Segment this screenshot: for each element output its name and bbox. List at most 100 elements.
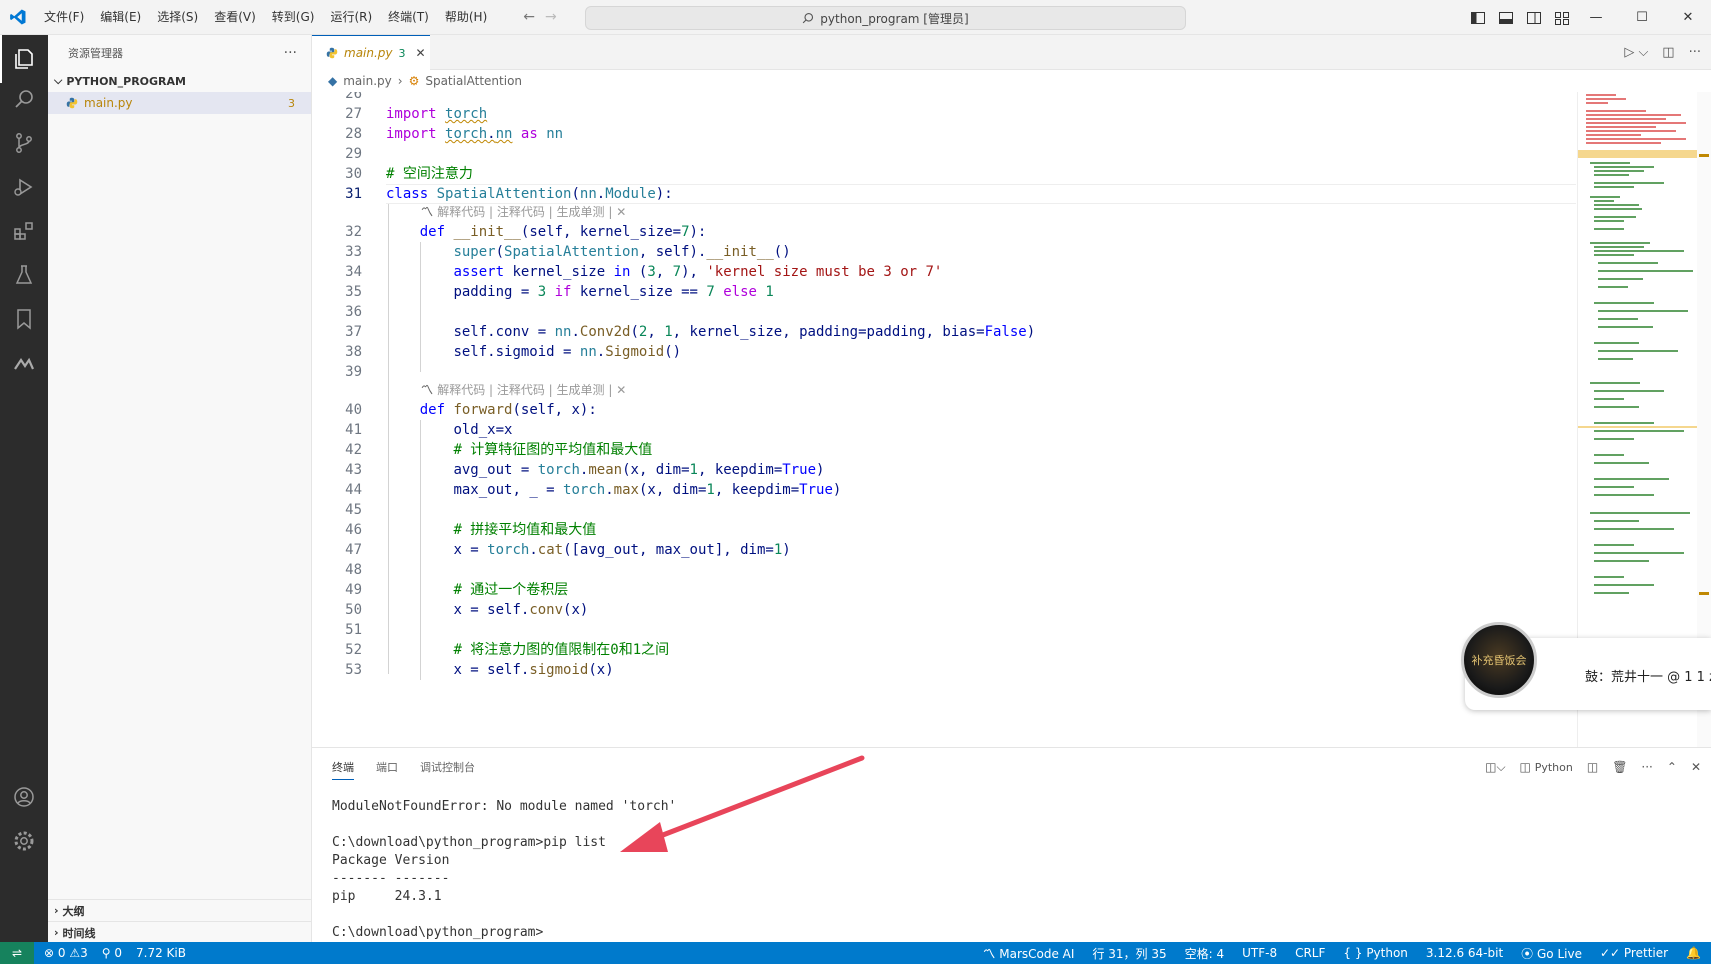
menu-view[interactable]: 查看(V) bbox=[206, 0, 264, 35]
code-line: # 拼接平均值和最大值 bbox=[453, 522, 597, 538]
account-icon[interactable] bbox=[0, 773, 48, 821]
codelens-actions[interactable]: 〽 解释代码 | 注释代码 | 生成单测 | ✕ bbox=[421, 202, 626, 222]
terminal-line: C:\download\python_program>pip list bbox=[332, 835, 606, 850]
line-number: 40 bbox=[345, 402, 362, 418]
file-problem-count: 3 bbox=[288, 96, 295, 110]
codelens-label: 解释代码 | 注释代码 | 生成单测 | ✕ bbox=[437, 383, 627, 397]
tab-main-py[interactable]: main.py 3 ✕ bbox=[312, 35, 430, 70]
split-editor-icon[interactable]: ◫ bbox=[1662, 45, 1674, 60]
codelens-actions[interactable]: 〽 解释代码 | 注释代码 | 生成单测 | ✕ bbox=[421, 380, 626, 400]
close-panel-icon[interactable]: ✕ bbox=[1691, 760, 1701, 774]
run-debug-icon[interactable] bbox=[0, 163, 48, 211]
marscode-icon: 〽 bbox=[983, 946, 1000, 961]
run-python-icon[interactable]: ▷ ⌵ bbox=[1624, 45, 1648, 60]
code-line: # 计算特征图的平均值和最大值 bbox=[453, 442, 653, 458]
line-number: 46 bbox=[345, 522, 362, 538]
customize-layout-icon[interactable] bbox=[1554, 10, 1570, 26]
notifications-bell-icon[interactable]: 🔔 bbox=[1686, 946, 1701, 960]
tab-debug-console[interactable]: 调试控制台 bbox=[420, 759, 475, 775]
testing-flask-icon[interactable] bbox=[0, 251, 48, 299]
explorer-header: 资源管理器 ··· bbox=[48, 35, 311, 70]
file-size: 7.72 KiB bbox=[136, 946, 186, 960]
line-number: 52 bbox=[345, 642, 362, 658]
more-actions-icon[interactable]: ··· bbox=[284, 45, 297, 61]
search-icon[interactable] bbox=[0, 75, 48, 123]
cursor-position[interactable]: 行 31，列 35 bbox=[1092, 945, 1166, 962]
menu-go[interactable]: 转到(G) bbox=[264, 0, 323, 35]
tab-terminal[interactable]: 终端 bbox=[332, 759, 354, 780]
explorer-title: 资源管理器 bbox=[68, 46, 123, 60]
menu-help[interactable]: 帮助(H) bbox=[437, 0, 495, 35]
marscode-icon[interactable] bbox=[0, 339, 48, 387]
menu-run[interactable]: 运行(R) bbox=[322, 0, 380, 35]
back-arrow-icon[interactable]: ← bbox=[523, 9, 535, 25]
avatar-caption: 补充昏饭会 bbox=[1471, 654, 1527, 667]
code-line: import torch bbox=[386, 106, 488, 122]
toggle-primary-sidebar-icon[interactable] bbox=[1470, 10, 1486, 26]
terminal-output[interactable]: ModuleNotFoundError: No module named 'to… bbox=[332, 798, 676, 942]
code-line: import torch.nn as nn bbox=[386, 126, 564, 142]
more-actions-icon[interactable]: ··· bbox=[1641, 760, 1652, 774]
menu-file[interactable]: 文件(F) bbox=[36, 0, 92, 35]
panel-actions: ◫⌵ ◫ Python ◫ 🗑 ··· ⌃ ✕ bbox=[1485, 748, 1701, 786]
prettier-status[interactable]: ✓✓ Prettier bbox=[1600, 946, 1668, 960]
broadcast-icon: ⦿ bbox=[1521, 946, 1537, 961]
split-terminal-icon[interactable]: ◫⌵ bbox=[1485, 760, 1505, 775]
timeline-section[interactable]: › 时间线 bbox=[48, 921, 312, 943]
terminal-instance[interactable]: ◫ Python bbox=[1520, 760, 1573, 774]
end-of-line[interactable]: CRLF bbox=[1295, 946, 1325, 960]
error-count: 0 bbox=[57, 946, 66, 960]
outline-section[interactable]: › 大纲 bbox=[48, 899, 312, 921]
close-icon[interactable]: ✕ bbox=[1665, 0, 1711, 35]
breadcrumb-symbol[interactable]: SpatialAttention bbox=[425, 74, 522, 88]
timeline-label: 时间线 bbox=[62, 926, 96, 940]
trash-icon[interactable]: 🗑 bbox=[1612, 760, 1627, 774]
status-bar: ⇌ ⊗ 0 ⚠3 ⚲ 0 7.72 KiB 〽 MarsCode AI 行 31… bbox=[0, 942, 1711, 964]
toggle-secondary-sidebar-icon[interactable] bbox=[1526, 10, 1542, 26]
code-line: def __init__(self, kernel_size=7): bbox=[419, 224, 707, 240]
close-tab-icon[interactable]: ✕ bbox=[416, 46, 426, 60]
file-item-main-py[interactable]: main.py 3 bbox=[48, 92, 311, 114]
breadcrumb-file[interactable]: main.py bbox=[343, 74, 392, 88]
indentation[interactable]: 空格: 4 bbox=[1185, 945, 1225, 962]
encoding[interactable]: UTF-8 bbox=[1242, 946, 1277, 960]
command-center-search[interactable]: python_program [管理员] bbox=[585, 6, 1186, 30]
problems-status[interactable]: ⊗ 0 ⚠3 bbox=[44, 946, 88, 960]
bookmark-icon[interactable] bbox=[0, 295, 48, 343]
forward-arrow-icon[interactable]: → bbox=[545, 9, 557, 25]
maximize-panel-icon[interactable]: ⌃ bbox=[1667, 760, 1677, 774]
marscode-status[interactable]: 〽 MarsCode AI bbox=[983, 945, 1074, 962]
go-live-status[interactable]: ⦿ Go Live bbox=[1521, 945, 1582, 962]
remote-indicator-icon[interactable]: ⇌ bbox=[0, 942, 34, 964]
split-editor-icon[interactable]: ◫ bbox=[1587, 760, 1598, 774]
minimize-icon[interactable]: — bbox=[1573, 0, 1619, 35]
maximize-icon[interactable]: ☐ bbox=[1619, 0, 1665, 35]
marscode-icon: 〽 bbox=[421, 383, 438, 397]
warning-icon: ⚠ bbox=[69, 946, 81, 960]
go-live-label: Go Live bbox=[1537, 946, 1582, 961]
code-line: x = self.conv(x) bbox=[453, 602, 589, 618]
chevron-down-icon: ⌵ bbox=[54, 74, 63, 87]
settings-gear-icon[interactable] bbox=[0, 817, 48, 865]
menu-edit[interactable]: 编辑(E) bbox=[92, 0, 149, 35]
source-control-icon[interactable] bbox=[0, 119, 48, 167]
floating-notification[interactable]: 补充昏饭会 鼓：荒井十一 @ 1 1 z bbox=[1461, 622, 1711, 710]
language-mode[interactable]: { } Python bbox=[1343, 946, 1408, 960]
menu-terminal[interactable]: 终端(T) bbox=[380, 0, 437, 35]
ports-status[interactable]: ⚲ 0 bbox=[102, 946, 122, 960]
vscode-window: 文件(F) 编辑(E) 选择(S) 查看(V) 转到(G) 运行(R) 终端(T… bbox=[0, 0, 1711, 964]
line-number: 26 bbox=[345, 92, 362, 102]
code-editor[interactable]: 26 27 28 29 30 31 32 33 34 35 36 37 38 3… bbox=[312, 92, 1577, 747]
menu-selection[interactable]: 选择(S) bbox=[149, 0, 206, 35]
folder-name: PYTHON_PROGRAM bbox=[66, 74, 186, 88]
status-right: 〽 MarsCode AI 行 31，列 35 空格: 4 UTF-8 CRLF… bbox=[983, 945, 1701, 962]
extensions-icon[interactable] bbox=[0, 207, 48, 255]
python-interpreter[interactable]: 3.12.6 64-bit bbox=[1426, 946, 1503, 960]
toggle-panel-icon[interactable] bbox=[1498, 10, 1514, 26]
tab-ports[interactable]: 端口 bbox=[376, 759, 398, 775]
more-actions-icon[interactable]: ··· bbox=[1689, 45, 1701, 60]
workspace-folder[interactable]: ⌵ PYTHON_PROGRAM bbox=[48, 70, 311, 92]
editor-actions: ▷ ⌵ ◫ ··· bbox=[1624, 35, 1701, 70]
line-number: 42 bbox=[345, 442, 362, 458]
terminal-line: ------- ------- bbox=[332, 871, 450, 886]
